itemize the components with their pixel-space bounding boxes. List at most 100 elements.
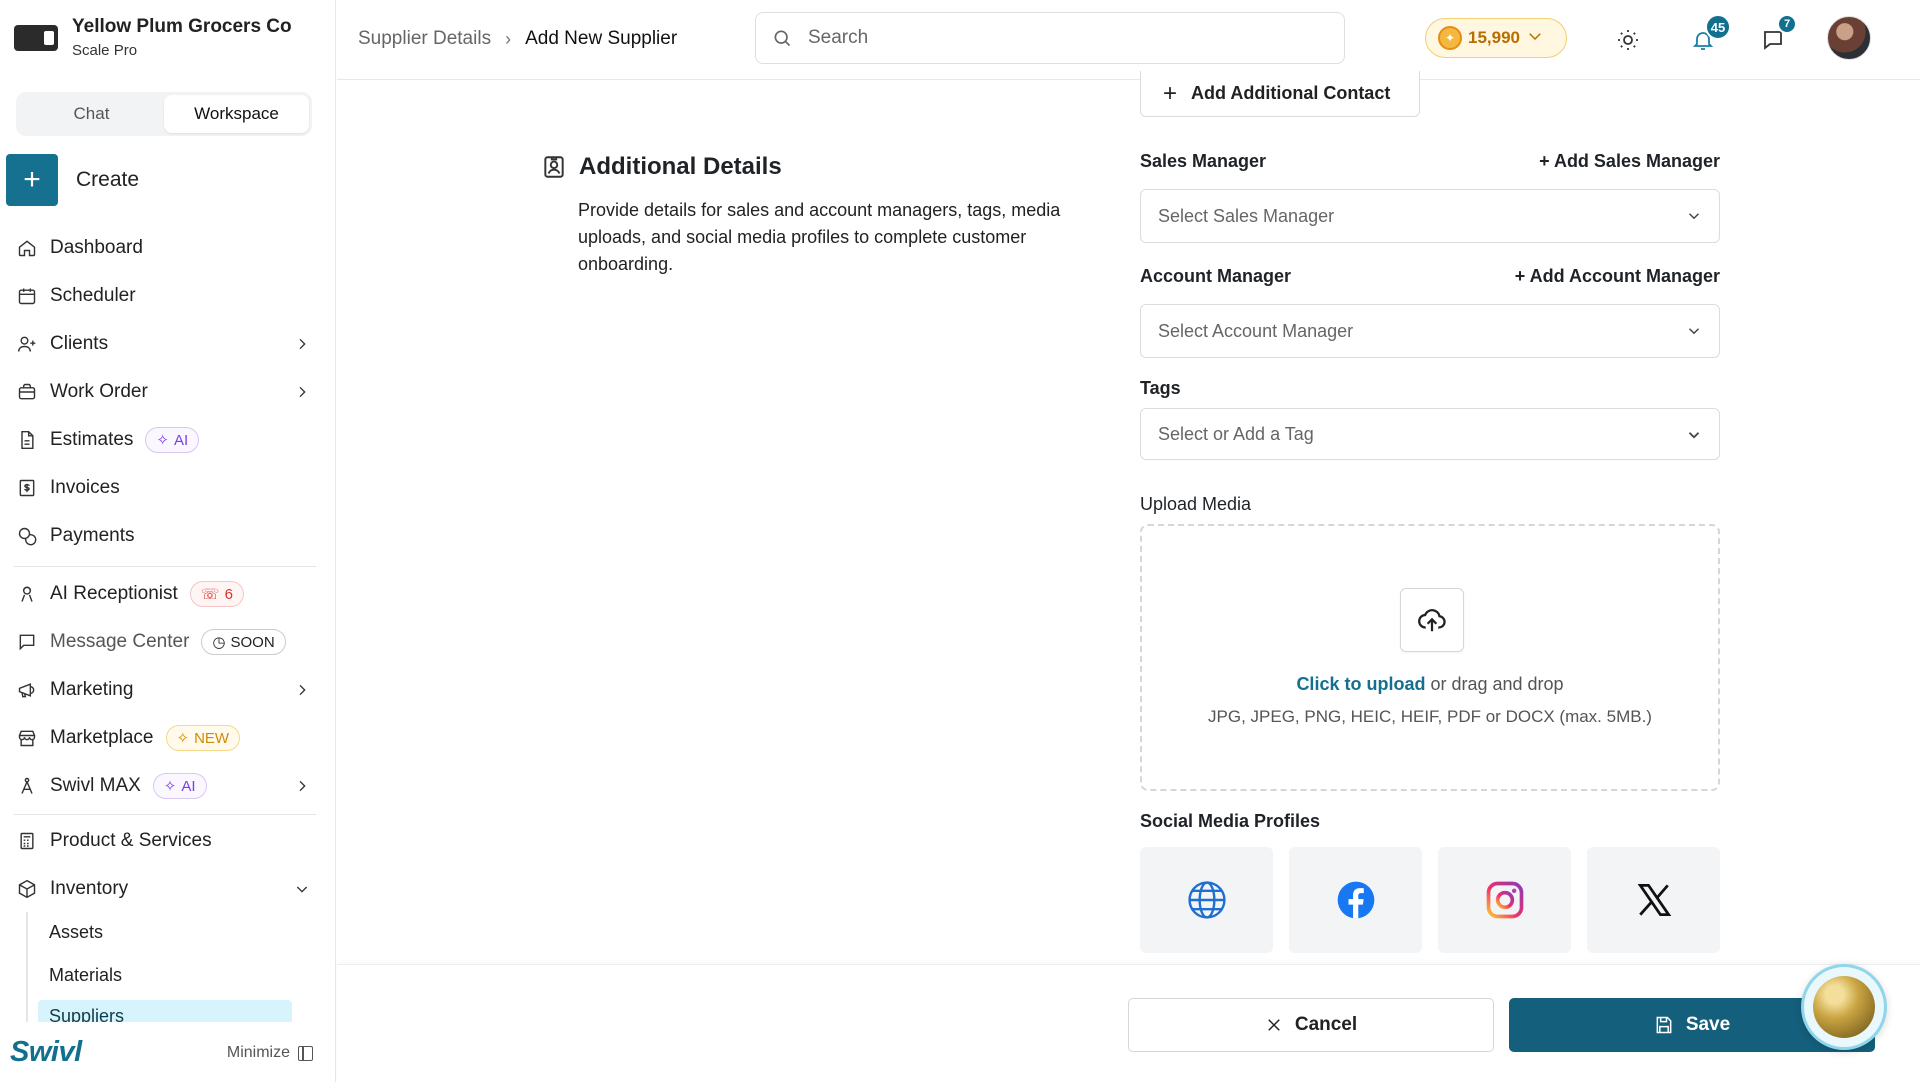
calls-badge: ☏ 6 [189,581,244,607]
sidebar-item-ai-receptionist[interactable]: AI Receptionist ☏ 6 [16,576,316,612]
social-instagram-button[interactable] [1438,847,1571,953]
social-facebook-button[interactable] [1289,847,1422,953]
breadcrumb: Supplier Details › Add New Supplier [358,28,677,50]
search-bar[interactable] [755,12,1345,64]
chevron-right-icon [294,384,310,400]
badge-label: AI [174,431,189,449]
brand-switcher[interactable]: Yellow Plum Grocers Co Scale Pro [14,16,292,59]
chevron-down-icon [1526,27,1544,50]
sidebar-item-label: Dashboard [50,237,143,258]
add-account-manager-link[interactable]: + Add Account Manager [1515,266,1720,287]
sidebar-divider [14,566,316,567]
upload-button[interactable] [1400,588,1464,652]
sidebar-item-label: Clients [50,333,109,354]
cancel-button[interactable]: Cancel [1128,998,1494,1052]
sidebar-subitem-materials[interactable]: Materials [38,960,292,990]
sidebar-item-label: Marketplace [50,727,154,748]
store-icon [16,727,38,749]
badge-label: AI [181,777,196,795]
x-icon [1637,883,1671,917]
add-sales-manager-link[interactable]: + Add Sales Manager [1539,151,1720,172]
sidebar-item-work-order[interactable]: Work Order [16,374,316,410]
sidebar-footer: Swivl Minimize [0,1022,335,1082]
save-icon [1656,1016,1672,1034]
social-x-button[interactable] [1587,847,1720,953]
social-media-label: Social Media Profiles [1140,811,1321,831]
upload-rest-text: or drag and drop [1425,674,1564,694]
messages-count: 7 [1777,14,1797,34]
minimize-label: Minimize [226,1044,290,1061]
section-description: Provide details for sales and account ma… [578,200,1061,274]
soon-badge: ◷ SOON [201,629,286,655]
user-plus-icon [16,333,38,355]
sidebar-collapse-icon [298,1045,313,1061]
notifications-button[interactable]: 45 [1685,14,1731,58]
briefcase-icon [16,381,38,403]
messages-button[interactable]: 7 [1755,14,1797,58]
sidebar-item-label: Work Order [50,381,148,402]
document-icon [16,429,38,451]
sidebar-item-message-center[interactable]: Message Center ◷ SOON [16,624,316,660]
notifications-count: 45 [1705,14,1731,40]
assistant-launcher[interactable] [1801,964,1887,1050]
theme-toggle-button[interactable] [1610,22,1646,58]
sidebar-item-dashboard[interactable]: Dashboard [16,230,316,266]
section-title: Additional Details [579,153,782,180]
chat-workspace-toggle: Chat Workspace [16,92,312,136]
search-input[interactable] [808,27,1308,49]
sun-icon [1618,30,1638,50]
form-footer: Cancel Save [337,964,1920,1082]
sidebar-item-inventory[interactable]: Inventory [16,871,316,907]
sidebar-item-label: Swivl MAX [50,775,141,796]
sidebar-item-swivl-max[interactable]: Swivl MAX ✧ AI [16,768,316,804]
badge-label: SOON [230,633,275,651]
tags-placeholder: Select or Add a Tag [1158,423,1314,444]
upload-file-types: JPG, JPEG, PNG, HEIC, HEIF, PDF or DOCX … [1208,707,1652,726]
chevron-down-icon [294,881,310,897]
sales-manager-label: Sales Manager [1140,151,1267,171]
badge-label: 6 [224,585,233,603]
calculator-icon [16,830,38,852]
sidebar-item-products[interactable]: Product & Services [16,823,316,859]
sidebar-item-marketing[interactable]: Marketing [16,672,316,708]
sidebar-item-scheduler[interactable]: Scheduler [16,278,316,314]
section-header: Additional Details [541,153,782,181]
credits-dropdown[interactable]: ✦ 15,990 [1425,18,1567,58]
sidebar-item-marketplace[interactable]: Marketplace ✧ NEW [16,720,316,756]
sidebar-subitem-assets[interactable]: Assets [38,917,292,947]
sidebar-item-label: Invoices [50,477,120,498]
create-button[interactable]: + Create [6,154,139,206]
sidebar-item-estimates[interactable]: Estimates ✧ AI [16,422,316,458]
toggle-chat[interactable]: Chat [19,95,164,133]
add-additional-contact-button[interactable]: + Add Additional Contact [1140,71,1420,117]
minimize-button[interactable]: Minimize [227,1044,313,1062]
sidebar-item-payments[interactable]: Payments [16,518,316,554]
account-manager-placeholder: Select Account Manager [1158,320,1354,341]
sales-manager-select[interactable]: Select Sales Manager [1140,189,1720,243]
brand-plan: Scale Pro [72,42,138,59]
sidebar-divider [14,814,316,815]
save-label: Save [1685,1014,1731,1035]
home-icon [16,237,38,259]
plus-icon: + [1163,79,1178,107]
plus-icon: + [6,154,58,206]
tags-select[interactable]: Select or Add a Tag [1140,408,1720,460]
search-icon [774,30,791,47]
toggle-workspace[interactable]: Workspace [164,95,309,133]
chevron-right-icon [294,682,310,698]
chevron-down-icon [1685,426,1703,444]
globe-icon [1187,881,1226,919]
sidebar-item-invoices[interactable]: Invoices [16,470,316,506]
create-label: Create [76,168,140,191]
click-to-upload-link[interactable]: Click to upload [1296,674,1425,694]
new-badge: ✧ NEW [165,725,241,751]
upload-dropzone[interactable]: Click to upload or drag and drop JPG, JP… [1140,524,1720,791]
breadcrumb-parent[interactable]: Supplier Details [358,28,491,50]
social-website-button[interactable] [1140,847,1273,953]
sidebar-item-label: Estimates [50,429,134,450]
account-manager-select[interactable]: Select Account Manager [1140,304,1720,358]
main-content: + Add Additional Contact Additional Deta… [337,71,1920,965]
ai-badge: ✧ AI [152,773,207,799]
sidebar-item-clients[interactable]: Clients [16,326,316,362]
user-avatar[interactable] [1827,16,1871,60]
